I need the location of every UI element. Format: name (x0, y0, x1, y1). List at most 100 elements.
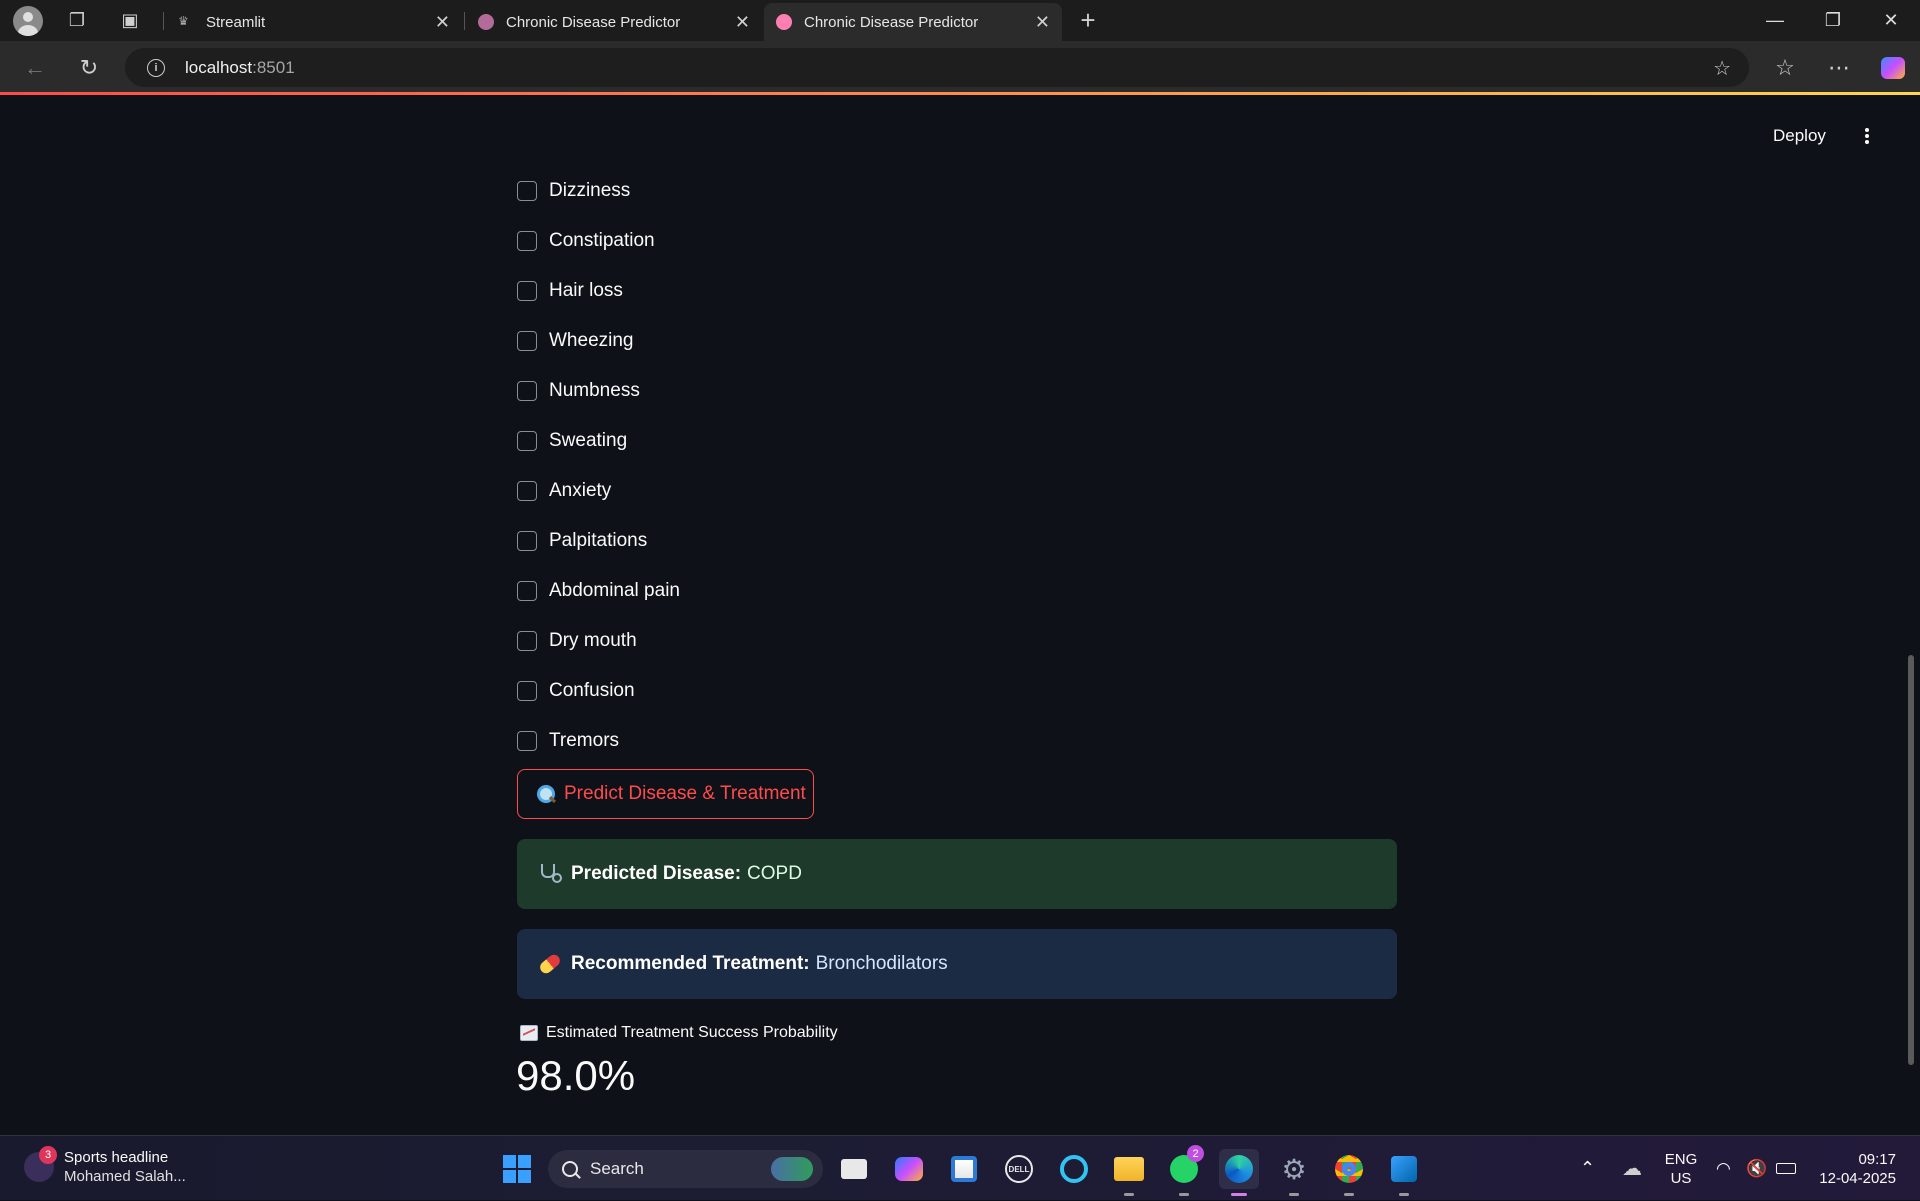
settings-app[interactable]: ⚙ (1274, 1149, 1314, 1196)
chrome-app[interactable] (1329, 1149, 1369, 1196)
main-menu-icon[interactable] (1860, 124, 1874, 148)
new-tab-icon[interactable]: + (1068, 0, 1108, 41)
copilot-icon[interactable] (1874, 49, 1912, 87)
checkbox-abdominal-pain[interactable]: Abdominal pain (517, 566, 680, 616)
folder-icon (1114, 1157, 1144, 1181)
site-info-icon[interactable]: i (147, 58, 165, 77)
checkbox-box[interactable] (517, 731, 537, 751)
checkbox-hair-loss[interactable]: Hair loss (517, 266, 680, 316)
edge-app[interactable] (1219, 1149, 1259, 1196)
close-window-icon[interactable]: ✕ (1862, 0, 1920, 41)
search-label: Search (590, 1159, 644, 1178)
copilot-icon (895, 1157, 923, 1181)
volume-status[interactable]: 🔇 (1746, 1136, 1767, 1201)
checkbox-label: Abdominal pain (549, 580, 680, 601)
checkbox-dry-mouth[interactable]: Dry mouth (517, 616, 680, 666)
show-hidden-icons[interactable]: ⌃ (1580, 1136, 1595, 1201)
checkbox-label: Hair loss (549, 280, 623, 301)
language-indicator[interactable]: ENG US (1662, 1150, 1700, 1188)
copilot-app[interactable] (889, 1149, 929, 1189)
battery-status[interactable] (1776, 1136, 1796, 1201)
checkbox-box[interactable] (517, 181, 537, 201)
clock-time: 09:17 (1858, 1151, 1896, 1168)
news-title: Sports headline (64, 1149, 169, 1166)
more-options-icon[interactable]: ⋯ (1820, 49, 1858, 87)
search-highlight-icon (771, 1157, 813, 1181)
checkbox-box[interactable] (517, 381, 537, 401)
checkbox-box[interactable] (517, 531, 537, 551)
workspaces-icon[interactable]: ❐ (57, 0, 97, 41)
scrollbar-thumb[interactable] (1908, 655, 1914, 1065)
wifi-icon: ◠ (1716, 1158, 1731, 1178)
restore-icon[interactable]: ❐ (1804, 0, 1862, 41)
deploy-button[interactable]: Deploy (1773, 126, 1826, 146)
checkbox-confusion[interactable]: Confusion (517, 666, 680, 716)
recommended-treatment-label: Recommended Treatment: (571, 953, 810, 974)
store-app[interactable] (944, 1149, 984, 1189)
news-icon: 3 (24, 1146, 57, 1182)
chrome-icon (1335, 1155, 1363, 1183)
favorites-icon[interactable]: ☆ (1766, 49, 1804, 87)
checkbox-constipation[interactable]: Constipation (517, 216, 680, 266)
wifi-status[interactable]: ◠ (1716, 1136, 1731, 1201)
back-icon[interactable]: ← (16, 49, 54, 87)
checkbox-box[interactable] (517, 481, 537, 501)
brain-favicon-icon (478, 14, 494, 30)
vscode-app[interactable] (1384, 1149, 1424, 1196)
checkbox-label: Numbness (549, 380, 640, 401)
checkbox-palpitations[interactable]: Palpitations (517, 516, 680, 566)
profile-avatar-icon[interactable] (8, 0, 48, 41)
close-tab-icon[interactable]: ✕ (1035, 12, 1050, 33)
clock-date: 12-04-2025 (1819, 1170, 1896, 1187)
tab-chronic-disease-predictor-1[interactable]: Chronic Disease Predictor ✕ (466, 3, 762, 41)
task-view-button[interactable] (834, 1149, 874, 1189)
whatsapp-app[interactable]: 2 (1164, 1145, 1204, 1196)
tab-chronic-disease-predictor-active[interactable]: Chronic Disease Predictor ✕ (764, 3, 1062, 41)
metric-label-text: Estimated Treatment Success Probability (546, 1024, 838, 1041)
minimize-icon[interactable]: — (1746, 0, 1804, 41)
start-button[interactable] (497, 1149, 537, 1189)
reload-icon[interactable]: ↻ (70, 49, 108, 87)
close-tab-icon[interactable]: ✕ (435, 12, 450, 33)
alexa-icon (1060, 1155, 1088, 1183)
stethoscope-icon (539, 863, 562, 885)
taskbar: 3 Sports headline Mohamed Salah... Searc… (0, 1135, 1920, 1200)
checkbox-anxiety[interactable]: Anxiety (517, 466, 680, 516)
checkbox-box[interactable] (517, 631, 537, 651)
task-view-icon (841, 1159, 867, 1179)
checkbox-box[interactable] (517, 581, 537, 601)
checkbox-box[interactable] (517, 681, 537, 701)
taskbar-search[interactable]: Search (548, 1150, 823, 1188)
checkbox-box[interactable] (517, 331, 537, 351)
onedrive-status[interactable]: ☁ (1622, 1136, 1642, 1201)
vertical-tabs-icon[interactable]: ▣ (110, 0, 150, 41)
dell-icon: DELL (1005, 1155, 1033, 1183)
dell-app[interactable]: DELL (999, 1149, 1039, 1189)
news-widget[interactable]: 3 Sports headline Mohamed Salah... (24, 1146, 186, 1186)
close-tab-icon[interactable]: ✕ (735, 12, 750, 33)
checkbox-wheezing[interactable]: Wheezing (517, 316, 680, 366)
favorite-star-icon[interactable]: ☆ (1713, 56, 1731, 81)
file-explorer-app[interactable] (1109, 1149, 1149, 1196)
clock[interactable]: 09:17 12-04-2025 (1816, 1150, 1896, 1188)
checkbox-box[interactable] (517, 431, 537, 451)
address-bar-row: ← ↻ i localhost:8501 ☆ ☆ ⋯ (0, 41, 1920, 94)
url-field[interactable]: i localhost:8501 ☆ (125, 48, 1749, 87)
alexa-app[interactable] (1054, 1149, 1094, 1189)
checkbox-tremors[interactable]: Tremors (517, 716, 680, 766)
checkbox-box[interactable] (517, 231, 537, 251)
checkbox-dizziness[interactable]: Dizziness (517, 166, 680, 216)
checkbox-numbness[interactable]: Numbness (517, 366, 680, 416)
vscode-icon (1391, 1156, 1417, 1182)
predicted-disease-alert: Predicted Disease: COPD (517, 839, 1397, 909)
tab-streamlit[interactable]: ♛ Streamlit ✕ (166, 3, 462, 41)
checkbox-sweating[interactable]: Sweating (517, 416, 680, 466)
tab-title: Streamlit (206, 13, 266, 31)
whatsapp-badge: 2 (1187, 1145, 1204, 1162)
predict-button-label: Predict Disease & Treatment (564, 783, 806, 804)
checkbox-label: Dizziness (549, 180, 631, 201)
predict-button[interactable]: Predict Disease & Treatment (517, 769, 814, 819)
symptom-checklist: Dizziness Constipation Hair loss Wheezin… (517, 166, 680, 766)
metric-value: 98.0% (516, 1052, 636, 1099)
checkbox-box[interactable] (517, 281, 537, 301)
